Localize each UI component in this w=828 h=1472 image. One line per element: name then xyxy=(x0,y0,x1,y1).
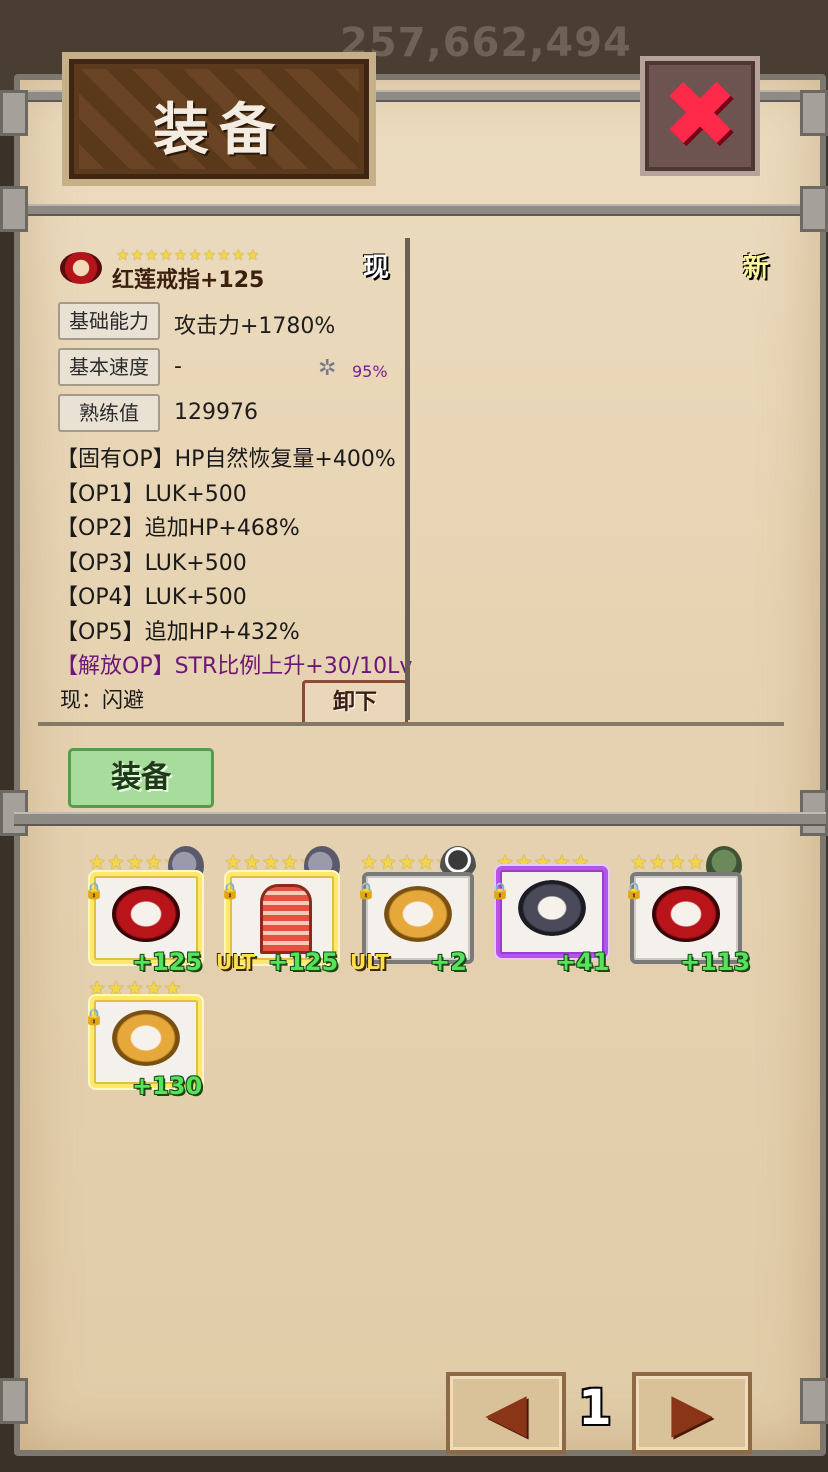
option-line-op3: 【OP3】LUK+500 xyxy=(56,551,247,576)
item-enhance-level: +125 xyxy=(268,948,339,976)
next-page-button[interactable]: ▶ xyxy=(632,1372,752,1454)
proficiency-label: 熟练值 xyxy=(58,394,160,432)
lock-icon: 🔒 xyxy=(220,881,240,900)
ult-badge: ULT xyxy=(350,950,390,974)
frame-rail-inventory xyxy=(14,812,826,826)
equip-button[interactable]: 装备 xyxy=(68,748,214,808)
info-divider xyxy=(38,722,784,726)
frame-rail-header xyxy=(14,204,826,216)
proficiency-value: 129976 xyxy=(174,400,258,425)
item-enhance-level: +125 xyxy=(132,948,203,976)
lock-icon: 🔒 xyxy=(356,881,376,900)
option-line-release: 【解放OP】STR比例上升+30/10Lv xyxy=(56,654,413,679)
ult-badge: ULT xyxy=(216,950,256,974)
frame-post-left-mid xyxy=(0,186,28,232)
base-speed-label: 基本速度 xyxy=(58,348,160,386)
close-button[interactable]: ✖ xyxy=(640,56,760,176)
option-line-op2: 【OP2】追加HP+468% xyxy=(56,516,300,541)
base-ability-value: 攻击力+1780% xyxy=(174,314,336,339)
page-title: 装备 xyxy=(153,98,285,163)
close-icon: ✖ xyxy=(661,61,739,168)
item-enhance-level: +2 xyxy=(430,948,467,976)
dark-ring-icon xyxy=(518,880,586,936)
frame-post-right-bottom xyxy=(800,1378,828,1424)
item-enhance-level: +130 xyxy=(132,1072,203,1100)
lock-icon: 🔒 xyxy=(490,881,510,900)
current-item-name: 红莲戒指+125 xyxy=(112,268,265,293)
page-number: 1 xyxy=(578,1380,612,1436)
frame-post-right-mid xyxy=(800,186,828,232)
prev-page-button[interactable]: ◀ xyxy=(446,1372,566,1454)
compare-divider xyxy=(405,238,410,720)
arrow-left-icon: ◀ xyxy=(485,1381,527,1444)
background-gold-amount: 257,662,494 xyxy=(340,20,632,66)
current-item-ring-icon xyxy=(60,252,102,284)
speed-gear-icon: ✲ xyxy=(318,356,337,381)
lock-icon: 🔒 xyxy=(84,1007,104,1026)
title-board: 装备 xyxy=(62,52,376,186)
red-ring-icon xyxy=(652,886,720,942)
item-enhance-level: +41 xyxy=(556,948,610,976)
arrow-right-icon: ▶ xyxy=(671,1381,713,1444)
base-speed-value: - xyxy=(174,354,182,379)
unequip-button[interactable]: 卸下 xyxy=(302,680,408,726)
current-badge: 现 xyxy=(362,253,389,283)
option-line-op1: 【OP1】LUK+500 xyxy=(56,482,247,507)
lock-icon: 🔒 xyxy=(84,881,104,900)
gate-charm-icon xyxy=(260,884,312,954)
option-line-op5: 【OP5】追加HP+432% xyxy=(56,620,300,645)
current-skill: 现：闪避 xyxy=(60,688,144,712)
frame-post-right-top xyxy=(800,90,828,136)
new-badge: 新 xyxy=(742,253,769,283)
base-ability-label: 基础能力 xyxy=(58,302,160,340)
inventory-item[interactable] xyxy=(496,866,608,958)
frame-post-left-bottom xyxy=(0,1378,28,1424)
option-line-op4: 【OP4】LUK+500 xyxy=(56,585,247,610)
lock-icon: 🔒 xyxy=(624,881,644,900)
speed-percent: 95% xyxy=(352,362,388,381)
gold-ring-icon xyxy=(112,1010,180,1066)
item-enhance-level: +113 xyxy=(680,948,751,976)
red-ring-icon xyxy=(112,886,180,942)
frame-post-left-top xyxy=(0,90,28,136)
gold-ring-icon xyxy=(384,886,452,942)
option-line-innate: 【固有OP】HP自然恢复量+400% xyxy=(56,447,396,472)
equipment-screen: 257,662,494 装备 ✖ ★★★★★★★★★★ 红莲戒指+125 现 新… xyxy=(0,0,828,1472)
